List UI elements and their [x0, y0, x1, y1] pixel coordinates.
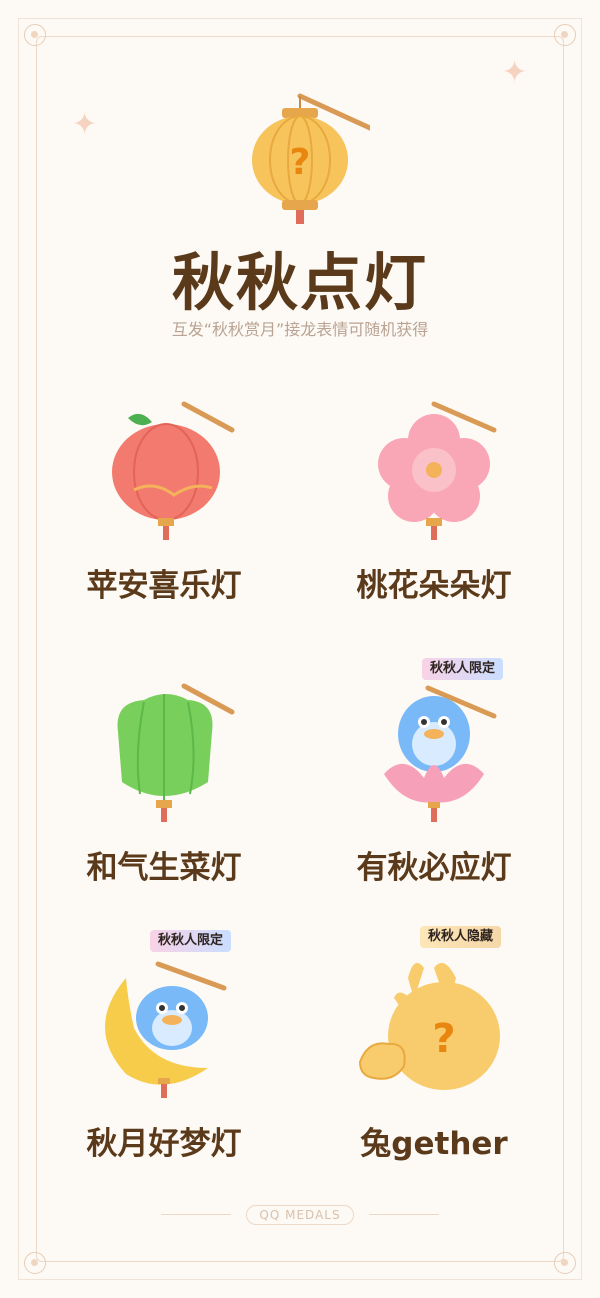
lantern-label: 桃花朵朵灯 — [356, 568, 512, 604]
page-subtitle: 互发“秋秋赏月”接龙表情可随机获得 — [171, 320, 429, 339]
lantern-card[interactable]: 秋秋人限定 有秋必应灯 — [304, 658, 564, 912]
corner-ornament — [554, 1252, 576, 1274]
exclusive-badge: 秋秋人限定 — [150, 930, 232, 952]
lantern-label: 兔gether — [360, 1126, 508, 1162]
cabbage-lantern-icon — [117, 683, 235, 822]
exclusive-badge: 秋秋人限定 — [422, 658, 504, 680]
footer-divider — [368, 1214, 439, 1215]
lantern-label: 苹安喜乐灯 — [86, 568, 242, 604]
lantern-label: 有秋必应灯 — [356, 850, 512, 886]
corner-ornament — [24, 1252, 46, 1274]
footer: QQ MEDALS — [0, 1204, 600, 1225]
lantern-card[interactable]: 秋秋人限定 秋月好梦灯 — [34, 930, 294, 1188]
lantern-label: 和气生菜灯 — [86, 850, 242, 886]
svg-text:?: ? — [432, 1016, 455, 1062]
page-title: 秋秋点灯 — [171, 246, 428, 319]
penguin-moon-lantern-icon — [105, 961, 227, 1098]
lantern-card[interactable]: 和气生菜灯 — [34, 682, 294, 912]
sparkle-icon: ✦ — [502, 55, 528, 90]
corner-ornament — [24, 24, 46, 46]
lantern-card[interactable]: 桃花朵朵灯 — [304, 400, 564, 630]
mystery-rabbit-lantern-icon: ? — [358, 962, 500, 1090]
hero-lantern: ? — [0, 88, 600, 232]
lantern-label: 秋月好梦灯 — [86, 1126, 242, 1162]
lantern-card[interactable]: 苹安喜乐灯 — [34, 400, 294, 630]
apple-lantern-icon — [112, 401, 235, 540]
mystery-lantern-icon: ? — [252, 93, 373, 224]
peach-blossom-lantern-icon — [378, 401, 497, 540]
footer-divider — [161, 1214, 232, 1215]
corner-ornament — [554, 24, 576, 46]
svg-text:?: ? — [290, 142, 311, 183]
footer-brand: QQ MEDALS — [246, 1205, 354, 1225]
lantern-card[interactable]: 秋秋人隐藏 ? 兔gether — [304, 926, 564, 1188]
penguin-lotus-lantern-icon — [384, 685, 497, 822]
hidden-badge: 秋秋人隐藏 — [420, 926, 502, 948]
